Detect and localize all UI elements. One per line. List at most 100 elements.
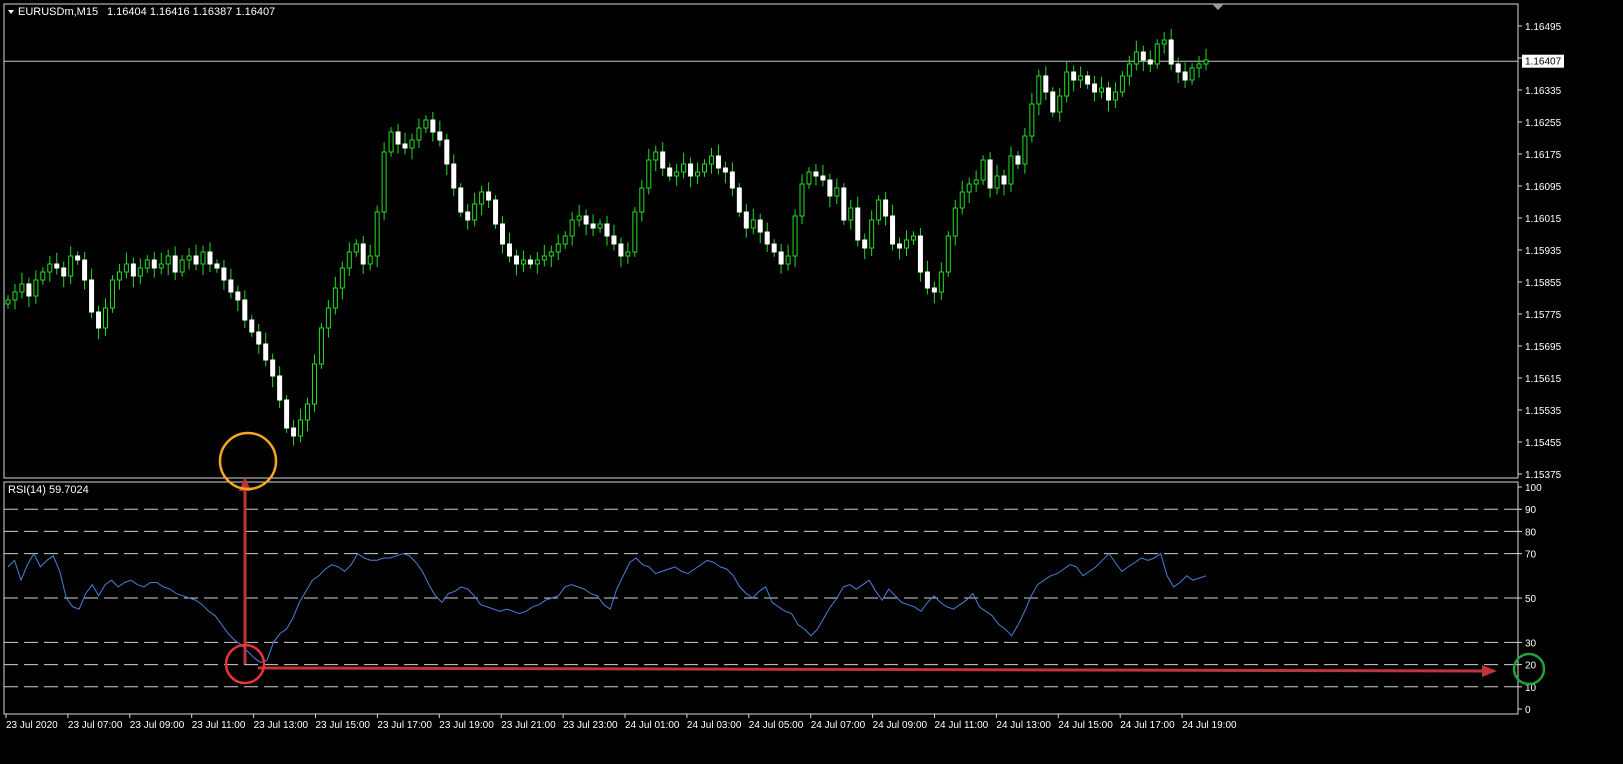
candle-body (493, 199, 499, 225)
candle-body (931, 287, 937, 293)
candle-body (890, 215, 896, 245)
candle-body (277, 375, 283, 401)
candle-body (26, 283, 32, 297)
candle-body (5, 299, 11, 305)
time-axis: 23 Jul 2020 23 Jul 07:00 23 Jul 09:00 23 Ju… (5, 714, 1237, 731)
candle-body (1064, 71, 1070, 97)
candle-body (688, 163, 694, 177)
candle-body (214, 263, 220, 269)
candle-body (144, 259, 150, 269)
candle-body (1092, 83, 1098, 93)
price-tick-label: 1.16335 (1525, 86, 1562, 97)
candle-body (165, 255, 171, 265)
candle-body (374, 211, 380, 257)
price-tick-label: 1.15615 (1525, 374, 1562, 385)
candle-body (750, 219, 756, 229)
candle-body (284, 399, 290, 429)
candle-body (311, 363, 317, 405)
candle-body (966, 183, 972, 193)
candle-body (973, 179, 979, 185)
candle-body (423, 119, 429, 129)
candle-body (179, 259, 185, 273)
candle-body (618, 243, 624, 257)
candle-body (291, 427, 297, 437)
candle-body (193, 255, 199, 265)
candle-body (583, 215, 589, 225)
candle-body (360, 243, 366, 265)
candle-body (1147, 59, 1153, 65)
candle-body (19, 283, 25, 293)
price-tick-label: 1.16495 (1525, 22, 1562, 33)
candle-body (848, 207, 854, 221)
candle-body (82, 259, 88, 281)
candle-body (437, 131, 443, 141)
candle-body (458, 187, 464, 213)
time-tick-label: 23 Jul 07:00 (68, 720, 123, 731)
candle-body (1161, 39, 1167, 45)
chart-canvas[interactable]: EURUSDm,M15 1.16404 1.16416 1.16387 1.16… (0, 0, 1623, 764)
price-tick-label: 1.16015 (1525, 214, 1562, 225)
candle-body (305, 403, 310, 421)
candle-body (632, 211, 638, 253)
candle-body (109, 279, 115, 309)
candle-body (827, 179, 833, 197)
price-tick-label: 1.15775 (1525, 310, 1562, 321)
candle-body (1085, 75, 1091, 85)
candle-body (555, 243, 561, 253)
candle-body (200, 251, 206, 265)
candle-body (541, 255, 547, 261)
candle-body (1036, 75, 1042, 105)
candle-body (792, 215, 798, 257)
time-tick-label: 23 Jul 21:00 (501, 720, 556, 731)
time-tick-label: 24 Jul 19:00 (1182, 720, 1237, 731)
candle-body (242, 299, 248, 321)
candle-body (639, 187, 645, 213)
candle-body (625, 251, 631, 257)
candle-body (590, 223, 596, 229)
candle-body (883, 199, 889, 217)
candle-body (186, 255, 192, 261)
time-tick-label: 24 Jul 01:00 (625, 720, 680, 731)
ohlc-readout: 1.16404 1.16416 1.16387 1.16407 (107, 6, 275, 18)
candle-body (325, 307, 331, 329)
rsi-label: RSI(14) 59.7024 (8, 484, 89, 496)
candle-body (1154, 43, 1160, 65)
candle-body (172, 255, 178, 273)
candle-body (757, 219, 763, 233)
time-tick-label: 23 Jul 09:00 (130, 720, 185, 731)
price-panel[interactable] (3, 3, 1519, 479)
candle-body (959, 191, 965, 209)
candle-body (862, 239, 868, 249)
candle-body (1008, 155, 1014, 185)
rsi-tick-label: 50 (1525, 594, 1537, 605)
candle-body (451, 163, 457, 189)
candle-body (346, 251, 352, 269)
current-price-tag-label: 1.16407 (1525, 57, 1562, 68)
candle-body (980, 159, 986, 181)
candle-body (527, 259, 533, 265)
candle-body (395, 131, 401, 145)
time-tick-label: 24 Jul 03:00 (687, 720, 742, 731)
candle-body (1133, 51, 1139, 65)
candle-body (33, 279, 39, 297)
time-tick-label: 23 Jul 23:00 (563, 720, 618, 731)
rsi-tick-label: 80 (1525, 527, 1537, 538)
candle-body (1099, 87, 1105, 93)
candle-body (695, 171, 701, 177)
candle-body (1050, 91, 1056, 113)
rsi-tick-label: 30 (1525, 638, 1537, 649)
time-tick-label: 23 Jul 2020 (6, 720, 58, 731)
candle-body (249, 319, 255, 333)
candle-body (506, 243, 512, 257)
candle-body (207, 251, 213, 265)
candle-body (799, 183, 805, 217)
candle-body (646, 159, 652, 189)
price-tick-label: 1.15455 (1525, 438, 1562, 449)
price-tick-label: 1.15535 (1525, 406, 1562, 417)
candle-body (416, 127, 422, 141)
time-tick-label: 24 Jul 11:00 (935, 720, 989, 731)
candle-body (1043, 75, 1049, 93)
candle-body (604, 223, 610, 237)
candle-body (1071, 71, 1077, 81)
candle-body (771, 243, 777, 253)
